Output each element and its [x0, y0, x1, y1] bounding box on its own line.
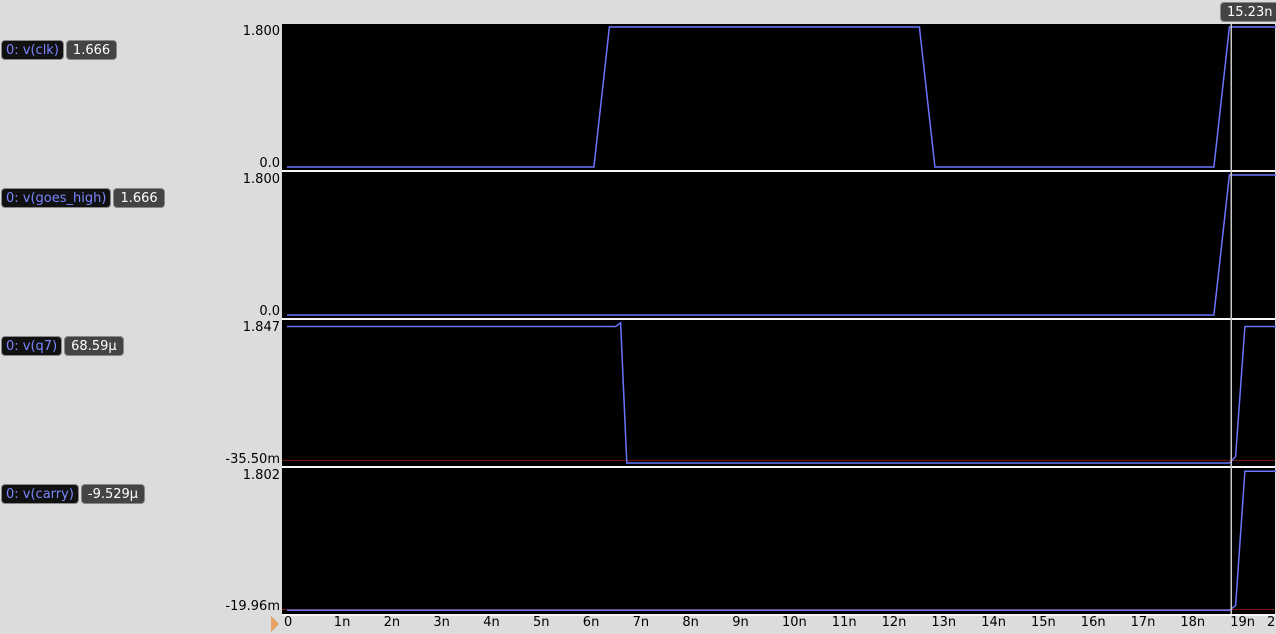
trace-name[interactable]: 0: v(carry): [1, 484, 79, 504]
x-tick-label: 4n: [483, 615, 500, 630]
y-bottom-label: 0.0: [259, 304, 280, 319]
y-top-label: 1.800: [242, 24, 280, 39]
trace-label-carry[interactable]: 0: v(carry) -9.529µ: [1, 484, 146, 504]
x-tick-label: 5n: [533, 615, 550, 630]
trace-label-q7[interactable]: 0: v(q7) 68.59µ: [1, 336, 124, 356]
x-tick-label: 11n: [831, 615, 857, 630]
panel-background: [282, 24, 1275, 170]
panel-background: [282, 320, 1275, 466]
y-bottom-label: -19.96m: [225, 599, 280, 614]
panel-background: [282, 468, 1275, 614]
x-tick-label: 8n: [682, 615, 699, 630]
trace-name[interactable]: 0: v(clk): [1, 40, 64, 60]
x-tick-label: 2n: [383, 615, 401, 630]
x-tick-label: 6n: [582, 615, 600, 630]
x-tick-label: 9n: [732, 615, 749, 630]
trace-name[interactable]: 0: v(q7): [1, 336, 63, 356]
x-tick-label: 2: [1267, 615, 1276, 630]
y-top-label: 1.847: [242, 320, 280, 335]
x-tick-label: 13n: [931, 615, 957, 630]
x-tick-label: 17n: [1130, 615, 1156, 630]
x-tick-label: 15n: [1031, 615, 1056, 630]
x-tick-label: 1n: [333, 615, 351, 630]
x-tick-label: 0: [284, 615, 293, 630]
x-tick-label: 12n: [881, 615, 907, 630]
y-top-label: 1.802: [242, 468, 280, 483]
x-tick-label: 7n: [632, 615, 650, 630]
x-tick-label: 16n: [1080, 615, 1106, 630]
trace-label-clk[interactable]: 0: v(clk) 1.666: [1, 40, 118, 60]
cursor-time-readout[interactable]: 15.23n: [1220, 2, 1276, 22]
y-top-label: 1.800: [242, 172, 280, 187]
x-tick-label: 19n: [1230, 615, 1255, 630]
panel-background: [282, 172, 1275, 318]
trace-value: -9.529µ: [80, 484, 146, 504]
trace-value: 1.666: [65, 40, 118, 60]
scroll-marker-icon[interactable]: [271, 616, 279, 632]
trace-value: 68.59µ: [64, 336, 124, 356]
x-tick-label: 10n: [782, 615, 807, 630]
trace-name[interactable]: 0: v(goes_high): [1, 188, 112, 208]
plot-area[interactable]: [0, 0, 1276, 634]
y-bottom-label: -35.50m: [225, 452, 280, 467]
x-tick-label: 14n: [981, 615, 1006, 630]
trace-label-goes-high[interactable]: 0: v(goes_high) 1.666: [1, 188, 165, 208]
x-tick-label: 18n: [1180, 615, 1206, 630]
trace-value: 1.666: [113, 188, 165, 208]
x-tick-label: 3n: [433, 615, 450, 630]
waveform-viewer: 15.23n 0: v(clk) 1.666 0: v(goes_high) 1…: [0, 0, 1276, 634]
y-bottom-label: 0.0: [259, 156, 280, 171]
